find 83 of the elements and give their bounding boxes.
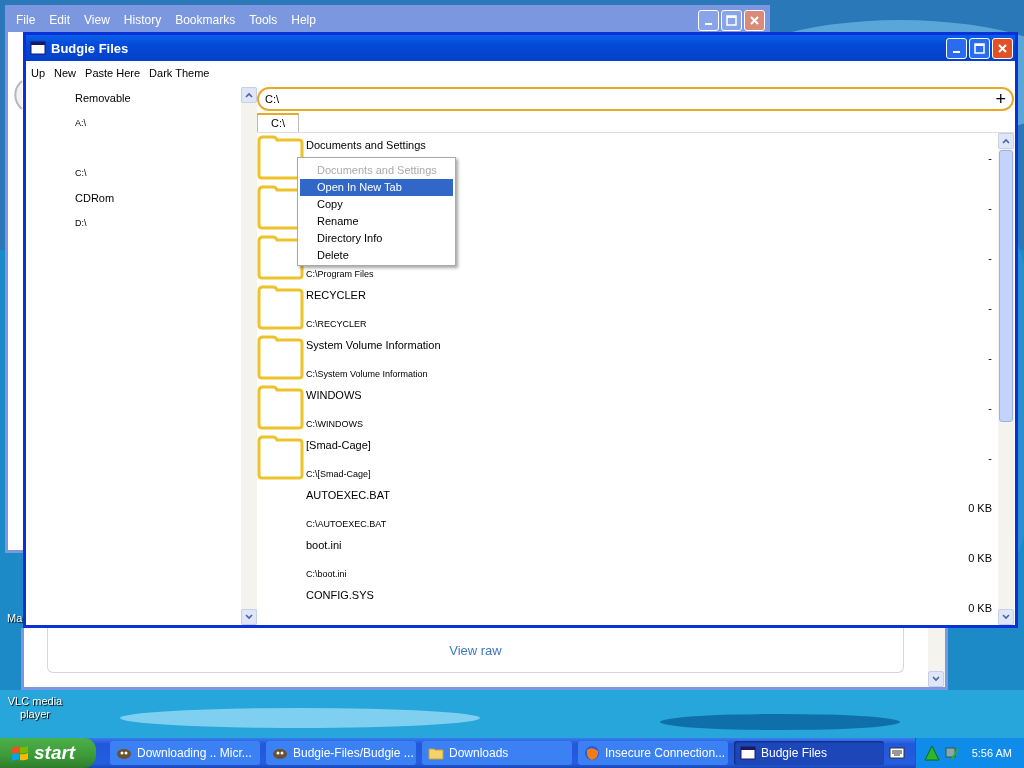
menu-item[interactable]: Open In New Tab [300,179,453,196]
icon-label[interactable]: Ma [7,612,23,625]
scroll-thumb[interactable] [999,150,1013,422]
file-path: C:\AUTOEXEC.BAT [306,519,388,529]
maximize-button[interactable] [969,37,990,59]
sidebar-item[interactable]: D:\ [75,218,241,228]
file-size: - [988,151,993,166]
toolbar-button[interactable]: Up [31,67,46,83]
window-icon [30,41,46,55]
minimize-icon [705,23,712,25]
clock: 5:56 AM [971,747,1012,759]
toolbar-button[interactable]: Dark Theme [149,67,210,83]
file-name[interactable]: CONFIG.SYS [306,585,969,619]
file-path: C:\[Smad-Cage] [306,469,372,479]
file-size: - [988,401,993,416]
file-name[interactable]: boot.ini [306,535,969,569]
scroll-up-button[interactable] [241,87,257,103]
scroll-up-button[interactable] [998,133,1014,149]
tab[interactable]: C:\ [257,113,300,132]
file-path: C:\System Volume Information [306,369,429,379]
minimize-icon [953,51,960,53]
scroll-down-button[interactable] [998,609,1014,625]
keyboard-icon[interactable] [888,747,905,759]
taskbar-button[interactable]: Downloads [422,741,572,765]
window-title: Budgie Files [51,40,129,56]
file-path: C:\RECYCLER [306,319,368,329]
close-icon [749,14,760,26]
file-name[interactable]: System Volume Information [306,335,989,369]
maximize-icon [974,42,985,54]
browser-icon [584,745,600,761]
maximize-icon [726,14,737,26]
scrollbar[interactable] [998,133,1014,625]
menu-item[interactable]: Rename [300,213,453,230]
file-size: 0 KB [968,601,993,616]
file-size: - [988,451,993,466]
file-name[interactable]: RECYCLER [306,285,989,319]
add-tab-button[interactable]: + [995,91,1006,107]
menu-item: Documents and Settings [316,163,438,178]
file-name[interactable]: WINDOWS [306,385,989,419]
window-icon [740,745,756,761]
close-icon [997,42,1008,54]
scroll-down-button[interactable] [928,671,944,687]
close-button[interactable] [992,37,1013,59]
toolbar-button[interactable]: Paste Here [85,67,141,83]
folder-icon [257,285,304,330]
taskbar-button[interactable]: Budgie-Files/Budgie ... [266,741,416,765]
folder-icon [257,385,304,430]
scrollbar[interactable] [928,628,945,687]
file-size: - [988,201,993,216]
file-size: 0 KB [968,501,993,516]
menu-item[interactable]: Directory Info [300,230,453,247]
sidebar-item[interactable]: A:\ [75,118,241,128]
path-field[interactable]: C:\ + [257,87,1014,111]
taskbar-button[interactable]: Budgie Files [734,741,884,765]
taskbar-button[interactable]: Insecure Connection... [578,741,728,765]
maximize-button[interactable] [721,9,742,31]
view-raw-link[interactable]: View raw [449,642,502,658]
menu-item[interactable]: Copy [300,196,453,213]
file-path: C:\Program Files [306,269,375,279]
scrollbar[interactable] [241,87,257,625]
sidebar-item[interactable]: C:\ [75,168,241,178]
triangle-icon[interactable] [923,745,940,761]
close-button[interactable] [744,9,765,31]
file-size: - [988,251,993,266]
folder-icon [257,435,304,480]
sidebar-heading: Removable [75,92,132,106]
windows-logo-icon [10,744,30,762]
file-size: - [988,351,993,366]
menu-item[interactable]: Delete [300,247,453,264]
file-size: - [988,301,993,316]
folder-icon [428,745,444,761]
file-path: C:\WINDOWS [306,419,364,429]
file-name[interactable]: [Smad-Cage] [306,435,989,469]
toolbar-button[interactable]: New [54,67,77,83]
taskbar-button[interactable]: Downloading .. Micr... [110,741,260,765]
sidebar-heading: CDRom [75,192,116,206]
minimize-button[interactable] [946,37,967,59]
scroll-down-button[interactable] [241,609,257,625]
file-name[interactable]: AUTOEXEC.BAT [306,485,969,519]
folder-icon [257,335,304,380]
file-path: C:\boot.ini [306,569,348,579]
file-size: 0 KB [968,551,993,566]
minimize-button[interactable] [698,9,719,31]
